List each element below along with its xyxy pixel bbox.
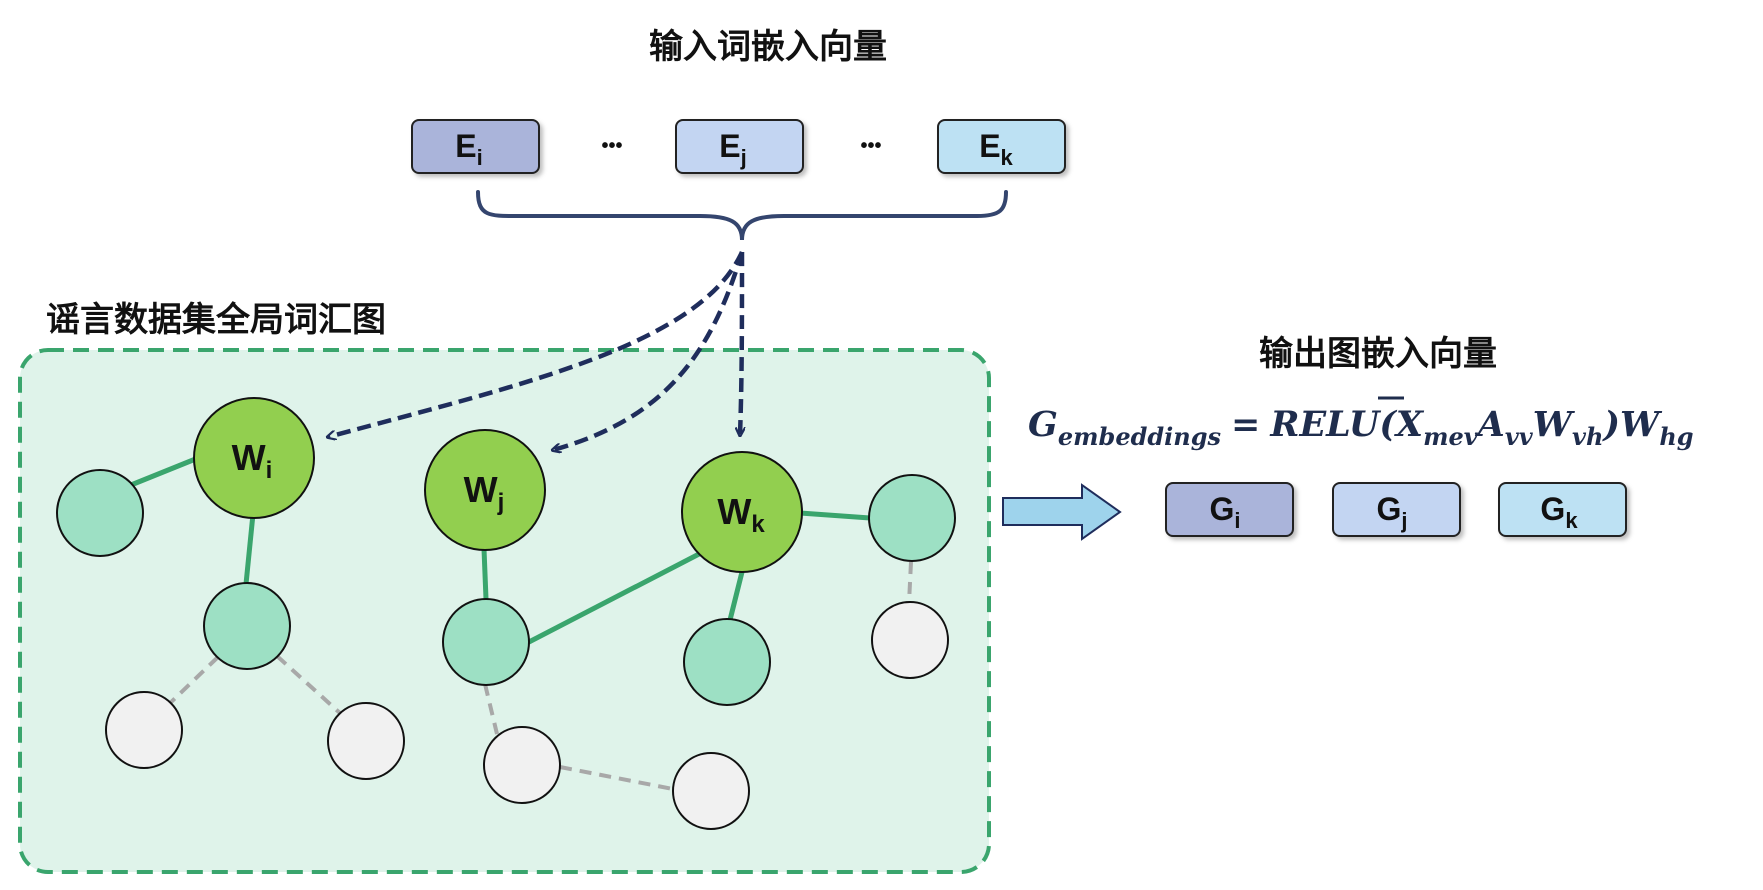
- arrow-to-wk: [740, 251, 742, 435]
- ellipsis-1: •••: [601, 135, 622, 157]
- formula-w2-sub: hg: [1659, 422, 1693, 451]
- input-box-j-sub: j: [740, 145, 747, 170]
- word-node-wk-sub: k: [751, 511, 765, 538]
- neighbor-node: [203, 582, 291, 670]
- input-box-i-sub: i: [477, 145, 483, 170]
- graph-embedding-formula: Gembeddings = RELU(XmevAvvWvh)Whg: [1028, 404, 1694, 451]
- other-node: [483, 726, 561, 804]
- neighbor-node: [56, 469, 144, 557]
- output-embedding-box-i: Gi: [1165, 482, 1294, 537]
- other-node: [871, 601, 949, 679]
- brace: [476, 190, 1008, 241]
- vocabulary-graph-diagram: 输入词嵌入向量 Ei ••• Ej ••• Ek 谣言数据集全局词汇图 Wi W…: [18, 27, 1694, 874]
- input-embeddings-title: 输入词嵌入向量: [649, 27, 887, 67]
- input-embedding-box-j: Ej: [675, 119, 804, 174]
- output-box-i-sub: i: [1234, 508, 1240, 533]
- word-node-wj-main: W: [464, 469, 498, 510]
- formula-a-main: A: [1475, 404, 1505, 445]
- input-embedding-box-k: Ek: [937, 119, 1066, 174]
- word-node-wj-sub: j: [497, 489, 505, 516]
- input-embedding-box-i: Ei: [411, 119, 540, 174]
- formula-eq: =: [1231, 404, 1260, 445]
- neighbor-node: [442, 598, 530, 686]
- input-box-k-main: E: [979, 128, 1000, 164]
- other-node: [105, 691, 183, 769]
- output-block-arrow: [1002, 483, 1122, 541]
- neighbor-node: [868, 474, 956, 562]
- edge-wj-n3: [481, 548, 489, 600]
- output-embedding-box-k: Gk: [1498, 482, 1627, 537]
- output-box-j-sub: j: [1400, 508, 1407, 533]
- formula-x-sub: mev: [1423, 422, 1479, 451]
- formula-a-sub: vv: [1505, 422, 1534, 451]
- output-box-k-sub: k: [1565, 508, 1578, 533]
- word-node-wk-main: W: [717, 491, 751, 532]
- neighbor-node: [683, 618, 771, 706]
- formula-w1-main: W: [1533, 404, 1576, 445]
- formula-close: ): [1601, 404, 1620, 445]
- input-box-j-main: E: [719, 128, 740, 164]
- formula-w1-sub: vh: [1572, 422, 1603, 451]
- word-node-wk: Wk: [681, 451, 803, 573]
- other-node: [672, 752, 750, 830]
- input-box-i-main: E: [455, 128, 476, 164]
- other-node: [327, 702, 405, 780]
- formula-lhs-sub: embeddings: [1058, 422, 1222, 451]
- word-node-wj: Wj: [424, 429, 546, 551]
- output-embeddings-title: 输出图嵌入向量: [1259, 334, 1497, 374]
- formula-relu: RELU(: [1269, 404, 1397, 445]
- output-box-k-main: G: [1540, 491, 1565, 527]
- input-box-k-sub: k: [1001, 145, 1014, 170]
- global-graph-title: 谣言数据集全局词汇图: [46, 300, 386, 340]
- word-node-wi-sub: i: [266, 457, 273, 484]
- formula-x-main: X: [1394, 404, 1425, 445]
- formula-w2-main: W: [1620, 404, 1663, 445]
- output-box-j-main: G: [1376, 491, 1401, 527]
- word-node-wi-main: W: [232, 437, 266, 478]
- output-box-i-main: G: [1209, 491, 1234, 527]
- output-embedding-box-j: Gj: [1332, 482, 1461, 537]
- word-node-wi: Wi: [193, 397, 315, 519]
- formula-lhs-main: G: [1028, 404, 1058, 445]
- ellipsis-2: •••: [860, 135, 881, 157]
